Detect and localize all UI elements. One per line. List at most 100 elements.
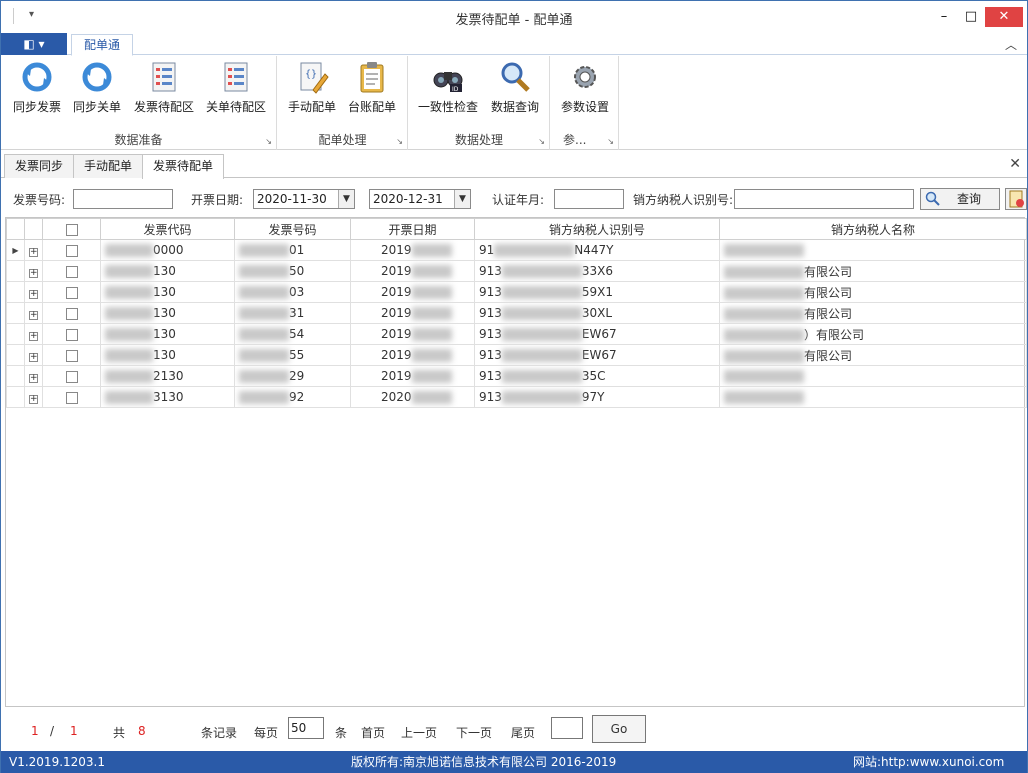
jump-page-input[interactable] bbox=[551, 717, 583, 739]
data-query-label: 数据查询 bbox=[490, 100, 539, 114]
next-page-link[interactable]: 下一页 bbox=[456, 724, 492, 741]
row-checkbox[interactable] bbox=[65, 391, 78, 404]
cell-invoice-date: 2019 bbox=[350, 323, 475, 345]
group-launcher-icon[interactable]: ↘ bbox=[538, 137, 545, 146]
group-launcher-icon[interactable]: ↘ bbox=[396, 137, 403, 146]
settings-button[interactable]: 参数设置 bbox=[555, 60, 615, 122]
expand-icon[interactable]: + bbox=[29, 248, 38, 257]
close-button[interactable]: ✕ bbox=[985, 7, 1023, 27]
ledger-match-button[interactable]: 台账配单 bbox=[344, 60, 400, 122]
edit-document-icon: {} bbox=[300, 62, 329, 94]
row-checkbox[interactable] bbox=[65, 349, 78, 362]
consistency-check-button[interactable]: ID 一致性检查 bbox=[415, 60, 481, 122]
row-indicator bbox=[6, 365, 25, 387]
redaction-mask bbox=[724, 391, 804, 404]
sync-invoice-button[interactable]: 同步发票 bbox=[9, 60, 65, 122]
tab-invoice-sync[interactable]: 发票同步 bbox=[4, 154, 74, 178]
settings-label: 参数设置 bbox=[560, 100, 609, 114]
redaction-mask bbox=[105, 244, 153, 257]
seller-taxid-input[interactable] bbox=[734, 189, 914, 209]
invoice-pending-area-button[interactable]: 发票待配区 bbox=[131, 60, 197, 122]
prev-page-link[interactable]: 上一页 bbox=[401, 724, 437, 741]
select-all-checkbox[interactable] bbox=[65, 223, 78, 236]
expand-icon[interactable]: + bbox=[29, 332, 38, 341]
row-checkbox[interactable] bbox=[65, 370, 78, 383]
expand-icon[interactable]: + bbox=[29, 311, 38, 320]
last-page-link[interactable]: 尾页 bbox=[511, 724, 535, 741]
redaction-mask bbox=[724, 307, 804, 321]
go-button[interactable]: Go bbox=[592, 715, 646, 743]
tab-manual-match[interactable]: 手动配单 bbox=[73, 154, 143, 178]
table-row[interactable]: +130 03 2019 913 59X1 有限公司 bbox=[6, 281, 1027, 303]
data-query-button[interactable]: 数据查询 bbox=[487, 60, 543, 122]
maximize-button[interactable]: □ bbox=[957, 7, 985, 27]
date-to-picker[interactable]: 2020-12-31 ▼ bbox=[369, 189, 471, 209]
cell-invoice-date: 2019 bbox=[350, 281, 475, 303]
chevron-down-icon[interactable]: ▼ bbox=[338, 190, 354, 208]
invoice-no-input[interactable] bbox=[73, 189, 173, 209]
cell-seller-name: ）有限公司 bbox=[719, 323, 1027, 345]
seller-taxid-tail: 97Y bbox=[581, 390, 605, 404]
invoice-no-label: 发票号码: bbox=[13, 193, 66, 207]
header-seller-name[interactable]: 销方纳税人名称 bbox=[719, 218, 1027, 240]
close-tab-icon[interactable]: ✕ bbox=[1009, 156, 1021, 172]
invoice-date-value: 2019 bbox=[381, 285, 412, 299]
header-invoice-no[interactable]: 发票号码 bbox=[234, 218, 351, 240]
table-row[interactable]: +130 55 2019 913 EW67 有限公司 bbox=[6, 344, 1027, 366]
seller-name-value: ）有限公司 bbox=[804, 327, 865, 342]
cell-invoice-code: 130 bbox=[100, 323, 235, 345]
customs-pending-area-button[interactable]: 关单待配区 bbox=[203, 60, 269, 122]
redaction-mask bbox=[501, 370, 582, 383]
cell-invoice-date: 2020 bbox=[350, 386, 475, 408]
first-page-link[interactable]: 首页 bbox=[361, 724, 385, 741]
table-row[interactable]: +3130 92 2020 913 97Y bbox=[6, 386, 1027, 408]
redaction-mask bbox=[501, 265, 582, 278]
redaction-mask bbox=[411, 328, 452, 341]
per-page-input[interactable]: 50 bbox=[288, 717, 324, 739]
row-checkbox[interactable] bbox=[65, 307, 78, 320]
header-seller-taxid[interactable]: 销方纳税人识别号 bbox=[474, 218, 720, 240]
app-menu-button[interactable]: ◧ ▾ bbox=[1, 33, 67, 55]
expand-icon[interactable]: + bbox=[29, 290, 38, 299]
tab-peidantong[interactable]: 配单通 bbox=[71, 34, 133, 56]
row-expand-cell: + bbox=[24, 323, 43, 345]
chevron-down-icon[interactable]: ▼ bbox=[454, 190, 470, 208]
date-from-picker[interactable]: 2020-11-30 ▼ bbox=[253, 189, 355, 209]
table-row[interactable]: +130 31 2019 913 30XL 有限公司 bbox=[6, 302, 1027, 324]
seller-taxid-head: 913 bbox=[479, 306, 502, 320]
export-button[interactable] bbox=[1005, 188, 1027, 210]
row-checkbox[interactable] bbox=[65, 286, 78, 299]
group-launcher-icon[interactable]: ↘ bbox=[607, 137, 614, 146]
expand-icon[interactable]: + bbox=[29, 374, 38, 383]
header-invoice-code[interactable]: 发票代码 bbox=[100, 218, 235, 240]
group-launcher-icon[interactable]: ↘ bbox=[265, 137, 272, 146]
expand-icon[interactable]: + bbox=[29, 395, 38, 404]
redaction-mask bbox=[501, 391, 582, 404]
manual-match-button[interactable]: {} 手动配单 bbox=[284, 60, 340, 122]
redaction-mask bbox=[494, 244, 575, 257]
table-row[interactable]: ▶ +0000 01 2019 91 N447Y bbox=[6, 239, 1027, 261]
header-invoice-date[interactable]: 开票日期 bbox=[350, 218, 475, 240]
row-checkbox[interactable] bbox=[65, 328, 78, 341]
seller-name-value: 有限公司 bbox=[804, 348, 853, 363]
title-bar: ▾ 发票待配单 - 配单通 – □ ✕ bbox=[1, 1, 1027, 33]
row-indicator bbox=[6, 323, 25, 345]
sync-customs-button[interactable]: 同步关单 bbox=[69, 60, 125, 122]
minimize-button[interactable]: – bbox=[930, 7, 958, 27]
row-checkbox[interactable] bbox=[65, 244, 78, 257]
cell-seller-taxid: 913 35C bbox=[474, 365, 720, 387]
expand-icon[interactable]: + bbox=[29, 269, 38, 278]
seller-taxid-tail: 59X1 bbox=[581, 285, 614, 299]
row-expand-cell: + bbox=[24, 260, 43, 282]
table-row[interactable]: +130 54 2019 913 EW67 ）有限公司 bbox=[6, 323, 1027, 345]
row-checkbox[interactable] bbox=[65, 265, 78, 278]
query-button[interactable]: 查询 bbox=[920, 188, 1000, 210]
expand-icon[interactable]: + bbox=[29, 353, 38, 362]
row-select-cell bbox=[42, 260, 101, 282]
table-row[interactable]: +2130 29 2019 913 35C bbox=[6, 365, 1027, 387]
ribbon-group-processing: ID 一致性检查 数据查询 数据处理 ↘ bbox=[409, 56, 550, 150]
tab-invoice-pending[interactable]: 发票待配单 bbox=[142, 154, 224, 179]
table-row[interactable]: +130 50 2019 913 33X6 有限公司 bbox=[6, 260, 1027, 282]
cert-month-input[interactable] bbox=[554, 189, 624, 209]
ribbon-collapse-icon[interactable]: ︿ bbox=[1005, 36, 1017, 53]
